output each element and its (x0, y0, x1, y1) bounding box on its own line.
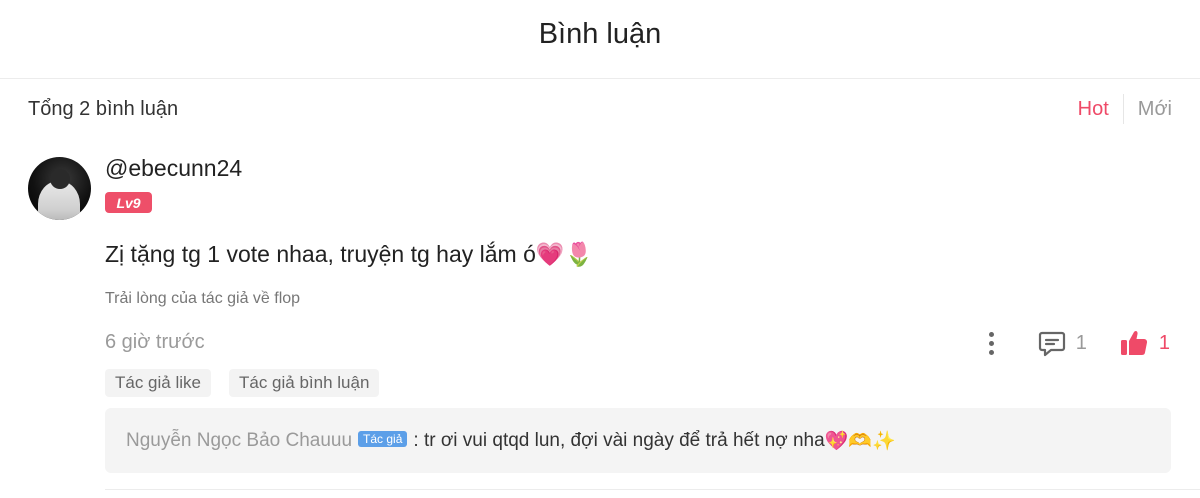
reply-author[interactable]: Nguyễn Ngọc Bảo Chauuu (126, 430, 352, 452)
comment-text-body: Zị tặng tg 1 vote nhaa, truyện tg hay lắ… (105, 241, 536, 267)
avatar-head (50, 169, 70, 189)
author-badge: Tác giả (358, 430, 408, 447)
comment-bubble-icon (1038, 331, 1065, 357)
comments-toolbar: Tổng 2 bình luận Hot Mới (28, 92, 1172, 126)
reply-text: : tr ơi vui qtqd lun, đợi vài ngày để tr… (413, 429, 825, 451)
comment-emojis: 💗🌷 (535, 242, 594, 268)
tag-author-replied: Tác giả bình luận (228, 369, 380, 397)
comment-time: 6 giờ trước (105, 331, 205, 353)
more-vertical-icon[interactable] (980, 323, 1004, 363)
avatar[interactable] (28, 157, 91, 220)
level-badge: Lv9 (105, 192, 152, 213)
sort-tabs: Hot Mới (1078, 94, 1172, 124)
sheet-header: Bình luận (0, 0, 1200, 79)
reply-emojis: 💖🫶✨ (824, 430, 896, 452)
thumbs-up-icon (1120, 330, 1147, 356)
chapter-link[interactable]: Trải lòng của tác giả về flop (105, 290, 300, 308)
sort-tab-new[interactable]: Mới (1124, 98, 1172, 121)
like-button[interactable]: 1 (1119, 328, 1170, 358)
reply-preview[interactable]: Nguyễn Ngọc Bảo Chauuu Tác giả : tr ơi v… (105, 408, 1171, 473)
comment-actions: 1 1 (980, 323, 1170, 363)
reply-count: 1 (1075, 331, 1087, 354)
comments-sheet: Bình luận Tổng 2 bình luận Hot Mới @ebec… (0, 0, 1200, 498)
sort-tab-hot[interactable]: Hot (1078, 98, 1123, 121)
comment-text: Zị tặng tg 1 vote nhaa, truyện tg hay lắ… (105, 241, 593, 268)
like-count: 1 (1158, 331, 1170, 354)
reply-button[interactable]: 1 (1038, 329, 1087, 357)
divider (105, 489, 1200, 490)
page-title: Bình luận (538, 17, 662, 50)
author-tags: Tác giả like Tác giả bình luận (105, 369, 380, 397)
total-comments-label: Tổng 2 bình luận (28, 97, 179, 120)
comment-username[interactable]: @ebecunn24 (105, 155, 242, 182)
tag-author-like: Tác giả like (105, 369, 211, 397)
